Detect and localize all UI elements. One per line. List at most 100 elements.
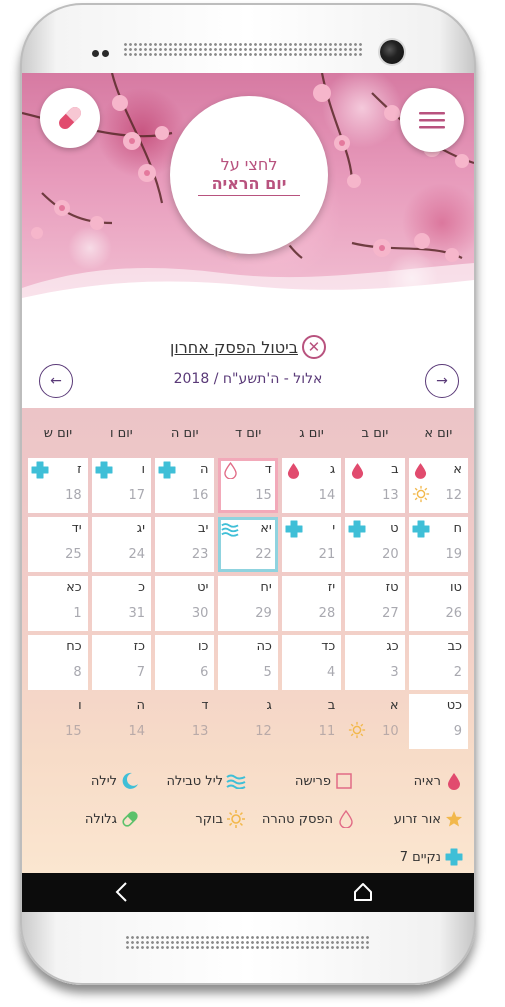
gregorian-date: 23: [191, 547, 209, 562]
month-navigation: ← אלול - ה'תשע"ח / 2018 →: [22, 364, 474, 398]
calendar-day-cell[interactable]: יא 22: [216, 515, 279, 574]
gregorian-date: 13: [382, 488, 399, 503]
calendar-day-cell[interactable]: ד 13: [153, 692, 216, 751]
hebrew-date: יג: [136, 521, 146, 536]
calendar-day-cell[interactable]: יט 30: [153, 574, 216, 633]
calendar-day-cell[interactable]: כ 31: [90, 574, 153, 633]
calendar-day-cell[interactable]: כח 8: [26, 633, 89, 692]
sun-icon: [226, 809, 246, 829]
prev-month-button[interactable]: ←: [39, 364, 73, 398]
hebrew-date: א: [453, 462, 462, 477]
cancel-last-hefsek-link[interactable]: ביטול הפסק אחרון: [170, 338, 298, 357]
calendar-day-cell[interactable]: ז 18: [26, 456, 89, 515]
next-month-button[interactable]: →: [425, 364, 459, 398]
star-icon: [444, 809, 464, 829]
calendar-day-cell[interactable]: ח 19: [407, 515, 470, 574]
hebrew-date: טו: [450, 580, 462, 595]
gregorian-date: 6: [200, 665, 209, 680]
gregorian-date: 31: [128, 606, 146, 621]
gregorian-date: 26: [445, 606, 462, 621]
home-icon[interactable]: [352, 881, 374, 903]
back-icon[interactable]: [112, 881, 134, 903]
cancel-last-hefsek-row[interactable]: ✕ ביטול הפסק אחרון: [22, 333, 474, 361]
calendar-day-cell[interactable]: יח 29: [216, 574, 279, 633]
legend-clean7-label: נקיים 7: [399, 849, 441, 865]
calendar-day-cell[interactable]: י 21: [280, 515, 343, 574]
weekday-label: יום א: [424, 426, 453, 441]
hebrew-date: א: [389, 698, 399, 713]
calendar-day-cell[interactable]: יג 24: [90, 515, 153, 574]
calendar-day-cell[interactable]: כד 4: [280, 633, 343, 692]
calendar-week-row: טו 26 טז 27 יז 28 יח 29 יט 30 כ 31 כא 1: [26, 574, 470, 633]
cross-icon: [95, 461, 113, 479]
hebrew-date: יא: [260, 521, 272, 536]
hebrew-date: ו: [141, 462, 146, 477]
legend-immersion-night-label: ליל טבילה: [166, 773, 223, 789]
hebrew-date: כ: [138, 580, 146, 595]
calendar-day-cell[interactable]: ב 13: [343, 456, 406, 515]
calendar-day-cell[interactable]: ה 16: [153, 456, 216, 515]
hebrew-date: ב: [327, 698, 336, 713]
app-screen: לחצי על יום הראיה ✕ ביטול הפסק אחרון ← א…: [22, 73, 474, 912]
weekday-label: יום ו: [109, 426, 133, 441]
legend-morning-label: בוקר: [195, 811, 223, 827]
banner-wave: [22, 263, 474, 308]
calendar-week-row: א 12 ב 13 ג 14 ד 15 ה 16 ו 17 ז 18: [26, 456, 470, 515]
calendar-day-cell[interactable]: ה 14: [90, 692, 153, 751]
calendar-day-cell[interactable]: טז 27: [343, 574, 406, 633]
hebrew-date: יז: [327, 580, 336, 595]
gregorian-date: 19: [445, 547, 462, 562]
cross-icon: [31, 461, 49, 479]
calendar-day-cell[interactable]: ו 17: [90, 456, 153, 515]
calendar-day-cell[interactable]: כב 2: [407, 633, 470, 692]
legend-pill: גלולה: [85, 809, 140, 829]
gregorian-year: 2018: [173, 371, 210, 387]
mark-seeing-line2: יום הראיה: [197, 174, 301, 196]
legend-hefsek-label: הפסק טהרה: [261, 811, 333, 827]
calendar-day-cell[interactable]: כא 1: [26, 574, 89, 633]
menu-button[interactable]: [400, 88, 464, 152]
pill-button[interactable]: [40, 88, 100, 148]
hebrew-date: כה: [256, 639, 272, 654]
calendar-day-cell[interactable]: כז 7: [90, 633, 153, 692]
calendar-day-cell[interactable]: א 12: [407, 456, 470, 515]
mark-seeing-day-button[interactable]: לחצי על יום הראיה: [170, 96, 328, 254]
calendar-day-cell[interactable]: יב 23: [153, 515, 216, 574]
gregorian-date: 18: [65, 488, 82, 503]
calendar-day-cell[interactable]: יז 28: [280, 574, 343, 633]
calendar-day-cell[interactable]: ב 11: [280, 692, 343, 751]
weekday-label: יום ג: [299, 426, 324, 441]
sensor-dot: [102, 50, 109, 57]
hebrew-date: טז: [385, 580, 399, 595]
calendar-day-cell[interactable]: ג 14: [280, 456, 343, 515]
hebrew-date: י: [332, 521, 336, 536]
legend-dawn-label: אור זרוע: [393, 811, 441, 827]
drop-red-icon: [412, 461, 430, 479]
waves-icon: [221, 520, 239, 538]
calendar-day-cell[interactable]: א 10: [343, 692, 406, 751]
calendar-day-cell[interactable]: ו 15: [26, 692, 89, 751]
calendar-day-cell[interactable]: יד 25: [26, 515, 89, 574]
hebrew-date: ו: [78, 698, 82, 713]
hebrew-date: ג: [266, 698, 272, 713]
gregorian-date: 9: [453, 724, 462, 739]
calendar-day-cell[interactable]: כט 9: [407, 692, 470, 751]
cancel-x-icon[interactable]: ✕: [301, 335, 326, 359]
gregorian-date: 3: [390, 665, 399, 680]
weekday-label: יום ש: [43, 426, 73, 441]
calendar-day-cell[interactable]: ט 20: [343, 515, 406, 574]
calendar-day-cell[interactable]: כג 3: [343, 633, 406, 692]
header-banner: לחצי על יום הראיה: [22, 73, 474, 308]
calendar-day-cell[interactable]: ד 15: [216, 456, 279, 515]
legend-separation: פרישה: [295, 771, 354, 791]
calendar-day-cell[interactable]: טו 26: [407, 574, 470, 633]
gregorian-date: 14: [128, 724, 146, 739]
pill-green-icon: [120, 809, 140, 829]
gregorian-date: 25: [65, 547, 82, 562]
sun-icon: [412, 485, 430, 503]
calendar-day-cell[interactable]: ג 12: [216, 692, 279, 751]
calendar-day-cell[interactable]: כו 6: [153, 633, 216, 692]
gregorian-date: 5: [263, 665, 272, 680]
year-separator: /: [209, 371, 223, 387]
calendar-day-cell[interactable]: כה 5: [216, 633, 279, 692]
